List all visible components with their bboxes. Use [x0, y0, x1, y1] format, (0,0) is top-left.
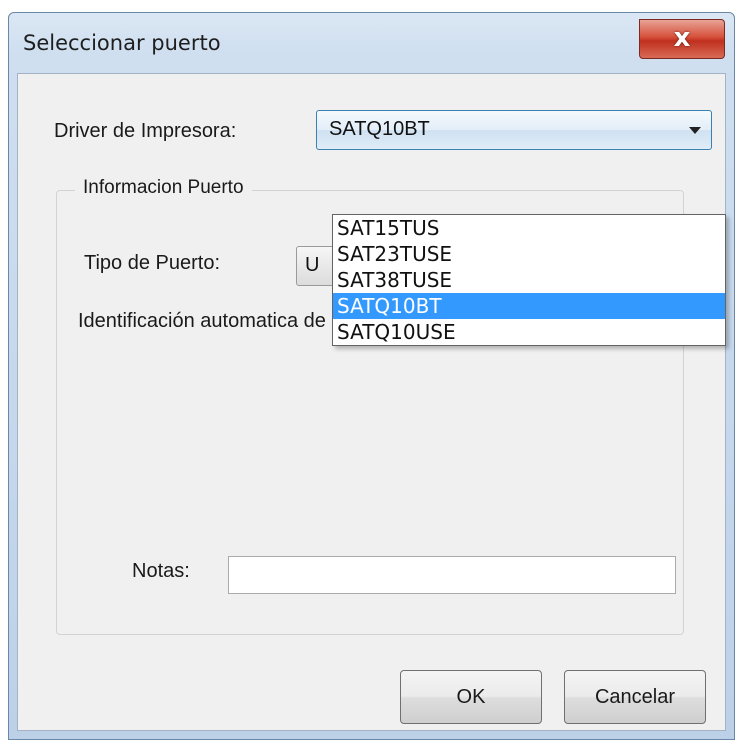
- title-bar[interactable]: Seleccionar puerto x: [9, 13, 734, 73]
- dropdown-option-selected[interactable]: SATQ10BT: [333, 293, 725, 319]
- dialog-body: Driver de Impresora: SATQ10BT Informacio…: [17, 73, 726, 731]
- ok-button[interactable]: OK: [400, 670, 542, 724]
- port-info-legend: Informacion Puerto: [75, 177, 252, 199]
- port-type-select[interactable]: U: [296, 246, 336, 286]
- window-title: Seleccionar puerto: [23, 31, 221, 55]
- close-button[interactable]: x: [639, 19, 725, 59]
- dialog-window: Seleccionar puerto x Driver de Impresora…: [8, 12, 735, 740]
- chevron-down-icon: [689, 127, 701, 134]
- dropdown-option[interactable]: SATQ10USE: [333, 319, 725, 345]
- driver-dropdown-list: SAT15TUS SAT23TUSE SAT38TUSE SATQ10BT SA…: [332, 214, 726, 346]
- notes-label: Notas:: [132, 560, 190, 582]
- dropdown-option[interactable]: SAT38TUSE: [333, 267, 725, 293]
- port-type-label: Tipo de Puerto:: [84, 252, 221, 274]
- dropdown-option[interactable]: SAT15TUS: [333, 215, 725, 241]
- cancel-button[interactable]: Cancelar: [564, 670, 706, 724]
- notes-input[interactable]: [228, 556, 676, 594]
- close-x-icon: x: [673, 23, 691, 53]
- driver-select[interactable]: SATQ10BT: [316, 110, 712, 150]
- driver-select-value: SATQ10BT: [329, 118, 430, 140]
- driver-label: Driver de Impresora:: [54, 120, 237, 142]
- dropdown-option[interactable]: SAT23TUSE: [333, 241, 725, 267]
- port-type-value: U: [305, 254, 320, 276]
